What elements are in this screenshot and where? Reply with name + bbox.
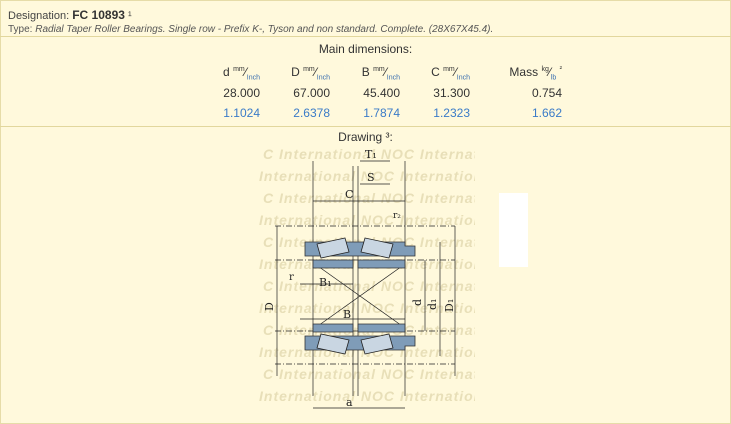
bearing-drawing: C International NOC International C Inte… xyxy=(255,146,475,416)
value-d-mm: 28.000 xyxy=(223,86,260,100)
type-line: Type: Radial Taper Roller Bearings. Sing… xyxy=(8,24,723,35)
value-mass-kg: 0.754 xyxy=(531,86,562,100)
label-C: C xyxy=(345,188,353,201)
label-D1: D₁ xyxy=(443,299,456,312)
label-D: D xyxy=(263,302,276,311)
dimensions-table: d mm⁄Inch D mm⁄Inch B mm⁄Inch C mm⁄Inch … xyxy=(190,63,570,123)
type-value: Radial Taper Roller Bearings. Single row… xyxy=(35,24,494,35)
label-d: d xyxy=(411,299,424,306)
label-d1: d₁ xyxy=(426,299,439,310)
designation-value: FC 10893 xyxy=(72,8,125,22)
value-B-inch: 1.7874 xyxy=(363,106,400,120)
value-D-inch: 2.6378 xyxy=(293,106,330,120)
value-d-inch: 1.1024 xyxy=(223,106,260,120)
white-placeholder xyxy=(499,193,528,267)
value-mass-lb: 1.662 xyxy=(531,106,562,120)
col-D: D mm⁄Inch xyxy=(291,64,330,82)
label-r2: r₂ xyxy=(393,211,401,221)
col-d: d mm⁄Inch xyxy=(223,64,260,82)
value-C-inch: 1.2323 xyxy=(433,106,470,120)
value-C-mm: 31.300 xyxy=(433,86,470,100)
bearing-svg: T₁ S C r₂ r B₁ B D d d₁ D₁ a xyxy=(263,148,456,409)
label-r: r xyxy=(289,272,294,283)
label-B1: B₁ xyxy=(319,276,332,289)
designation-label: Designation: xyxy=(8,10,70,22)
designation-line: Designation: FC 10893 ¹ xyxy=(8,8,723,22)
label-a: a xyxy=(346,396,353,409)
drawing-title: Drawing ³: xyxy=(338,130,393,144)
value-D-mm: 67.000 xyxy=(293,86,330,100)
value-B-mm: 45.400 xyxy=(363,86,400,100)
dimensions-mm-row: 28.000 67.000 45.400 31.300 0.754 xyxy=(190,83,570,103)
label-B: B xyxy=(343,308,351,321)
main-dimensions-title: Main dimensions: xyxy=(318,42,413,56)
label-S: S xyxy=(367,171,375,184)
type-label: Type: xyxy=(8,24,33,35)
dimensions-header-row: d mm⁄Inch D mm⁄Inch B mm⁄Inch C mm⁄Inch … xyxy=(190,63,570,83)
dimensions-inch-row: 1.1024 2.6378 1.7874 1.2323 1.662 xyxy=(190,103,570,123)
label-T1: T₁ xyxy=(365,148,377,161)
divider xyxy=(0,36,731,37)
col-B: B mm⁄Inch xyxy=(361,64,400,82)
designation-note: ¹ xyxy=(127,10,132,22)
col-mass: Mass kg⁄lb ² xyxy=(509,64,562,82)
col-C: C mm⁄Inch xyxy=(431,64,470,82)
divider xyxy=(0,126,731,127)
product-header: Designation: FC 10893 ¹ Type: Radial Tap… xyxy=(8,8,723,35)
